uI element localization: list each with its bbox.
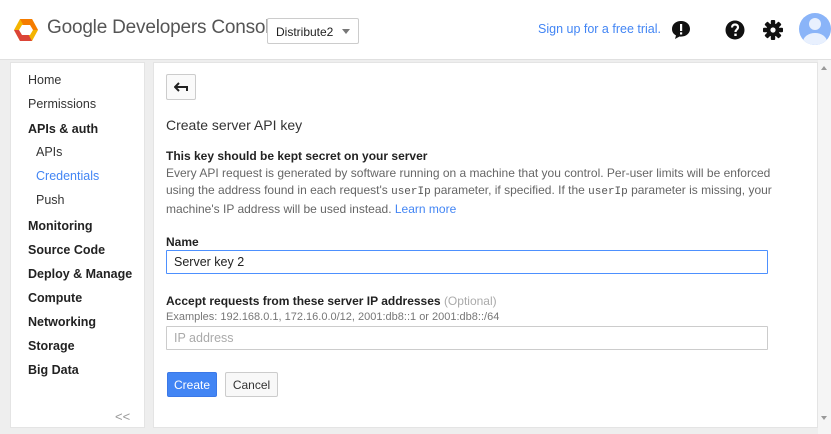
create-button[interactable]: Create (167, 372, 217, 397)
sidebar-item-compute[interactable]: Compute (28, 291, 82, 305)
desc-code-userip-1: userIp (391, 186, 431, 198)
settings-icon[interactable] (762, 19, 784, 41)
main-panel: Create server API key This key should be… (153, 62, 818, 428)
project-selector[interactable]: Distribute2 (267, 18, 359, 44)
developers-console-logo-icon[interactable] (13, 17, 39, 43)
back-arrow-icon (174, 82, 188, 92)
ip-address-input[interactable] (166, 326, 768, 350)
desc-part-2: parameter, if specified. If the (430, 183, 589, 197)
learn-more-link[interactable]: Learn more (395, 202, 456, 216)
optional-tag: (Optional) (443, 294, 497, 308)
help-icon[interactable] (724, 19, 746, 41)
ip-label-text: Accept requests from these server IP add… (166, 294, 441, 308)
sidebar-item-deploy-manage[interactable]: Deploy & Manage (28, 267, 132, 281)
scroll-down-arrow-icon[interactable] (821, 416, 827, 420)
sidebar-item-apis[interactable]: APIs (36, 145, 62, 159)
sidebar-item-credentials[interactable]: Credentials (36, 169, 99, 183)
cancel-button[interactable]: Cancel (225, 372, 278, 397)
app-title[interactable]: Google Developers Console (47, 17, 280, 39)
desc-code-userip-2: userIp (588, 186, 628, 198)
ip-label: Accept requests from these server IP add… (166, 294, 497, 308)
name-label: Name (166, 235, 199, 249)
page-title: Create server API key (166, 117, 303, 133)
sidebar-item-permissions[interactable]: Permissions (28, 97, 96, 111)
sidebar-item-storage[interactable]: Storage (28, 339, 75, 353)
account-avatar[interactable] (799, 13, 831, 45)
sidebar-item-source-code[interactable]: Source Code (28, 243, 105, 257)
feedback-icon[interactable] (670, 19, 692, 41)
top-bar: Google Developers Console Distribute2 Si… (0, 0, 831, 60)
section-heading: This key should be kept secret on your s… (166, 149, 428, 163)
back-button[interactable] (166, 74, 196, 100)
description-text: Every API request is generated by softwa… (166, 165, 781, 218)
ip-examples: Examples: 192.168.0.1, 172.16.0.0/12, 20… (166, 311, 500, 323)
sidebar-item-networking[interactable]: Networking (28, 315, 96, 329)
sidebar-item-big-data[interactable]: Big Data (28, 363, 79, 377)
avatar-shoulders (803, 33, 827, 45)
chevron-down-icon (342, 29, 350, 34)
name-input[interactable] (166, 250, 768, 274)
sidebar-item-push[interactable]: Push (36, 193, 65, 207)
sidebar: Home Permissions APIs & auth APIs Creden… (10, 62, 145, 428)
scroll-up-arrow-icon[interactable] (821, 66, 827, 70)
project-name: Distribute2 (276, 25, 334, 39)
collapse-sidebar-button[interactable]: << (115, 409, 130, 424)
scrollbar[interactable] (818, 60, 831, 434)
sidebar-item-home[interactable]: Home (28, 73, 61, 87)
avatar-head (809, 18, 821, 30)
sidebar-item-monitoring[interactable]: Monitoring (28, 219, 93, 233)
free-trial-link[interactable]: Sign up for a free trial. (538, 22, 661, 36)
sidebar-item-apis-auth[interactable]: APIs & auth (28, 122, 98, 136)
